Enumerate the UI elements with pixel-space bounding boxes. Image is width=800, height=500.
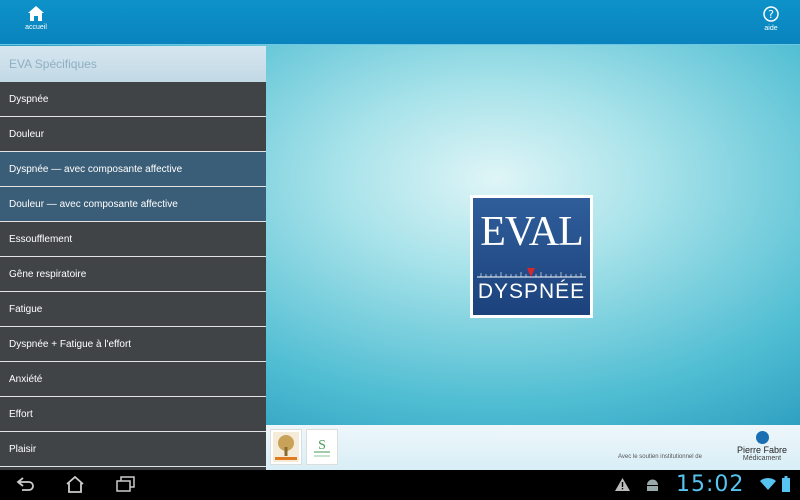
list-item-essoufflement[interactable]: Essoufflement bbox=[0, 222, 266, 257]
partner-strip: S Avec le soutien institutionnel de Pier… bbox=[266, 425, 800, 470]
home-outline-icon bbox=[66, 475, 84, 493]
logo-panel: EVAL DYSPNÉE bbox=[473, 198, 590, 315]
home-label: accueil bbox=[25, 24, 47, 31]
list-item-label: Plaisir bbox=[9, 443, 37, 455]
home-button[interactable]: accueil bbox=[11, 6, 61, 40]
logo-title: EVAL bbox=[480, 209, 584, 255]
help-button[interactable]: ? aide bbox=[746, 6, 796, 40]
pierre-fabre-logo: Pierre Fabre Médicament bbox=[724, 431, 800, 462]
home-icon bbox=[28, 6, 44, 21]
back-icon bbox=[16, 477, 34, 491]
wifi-icon bbox=[760, 477, 776, 490]
logo-subtitle: DYSPNÉE bbox=[477, 280, 586, 303]
list-item-dyspnee[interactable]: Dyspnée bbox=[0, 82, 266, 117]
list-item-dyspnee-affective[interactable]: Dyspnée — avec composante affective bbox=[0, 152, 266, 187]
list-item-label: Dyspnée + Fatigue à l'effort bbox=[9, 338, 132, 350]
svg-text:?: ? bbox=[768, 8, 774, 21]
recent-apps-icon bbox=[116, 476, 135, 492]
pierre-fabre-sub: Médicament bbox=[742, 455, 782, 462]
list-item-gene-respiratoire[interactable]: Gêne respiratoire bbox=[0, 257, 266, 292]
sfap-logo: S bbox=[306, 429, 338, 465]
list-item-label: Dyspnée — avec composante affective bbox=[9, 163, 183, 175]
ruler-icon bbox=[477, 268, 586, 278]
pierre-fabre-name: Pierre Fabre bbox=[736, 445, 788, 455]
sidebar-list: EVA Spécifiques Dyspnée Douleur Dyspnée … bbox=[0, 46, 266, 470]
list-item-label: Douleur bbox=[9, 128, 45, 140]
elsevier-masson-logo bbox=[270, 429, 302, 465]
list-item-label: Dyspnée bbox=[9, 93, 49, 105]
action-bar: accueil ? aide bbox=[0, 0, 800, 45]
help-icon: ? bbox=[763, 6, 779, 22]
battery-icon bbox=[782, 476, 790, 492]
list-item-fatigue[interactable]: Fatigue bbox=[0, 292, 266, 327]
sidebar-header: EVA Spécifiques bbox=[0, 46, 266, 82]
tree-icon bbox=[273, 432, 299, 462]
list-item-douleur[interactable]: Douleur bbox=[0, 117, 266, 152]
sidebar-header-label: EVA Spécifiques bbox=[9, 57, 97, 71]
recent-apps-button[interactable] bbox=[116, 476, 136, 497]
warning-icon bbox=[615, 478, 630, 491]
eval-dyspnee-logo: EVAL DYSPNÉE bbox=[470, 195, 593, 318]
home-nav-button[interactable] bbox=[65, 475, 85, 498]
list-item-dyspnee-fatigue-effort[interactable]: Dyspnée + Fatigue à l'effort bbox=[0, 327, 266, 362]
list-item-anxiete[interactable]: Anxiété bbox=[0, 362, 266, 397]
pierre-fabre-icon bbox=[755, 431, 769, 444]
list-item-label: Effort bbox=[9, 408, 33, 420]
system-nav-bar: 15:02 bbox=[0, 470, 800, 500]
support-text: Avec le soutien institutionnel de bbox=[618, 454, 702, 460]
list-item-label: Anxiété bbox=[9, 373, 43, 385]
app-window: accueil ? aide EVA Spécifiques Dyspnée D… bbox=[0, 0, 800, 470]
back-button[interactable] bbox=[16, 476, 36, 497]
list-item-label: Essoufflement bbox=[9, 233, 73, 245]
sfap-icon: S bbox=[314, 438, 330, 457]
android-icon bbox=[647, 479, 658, 491]
svg-text:S: S bbox=[318, 438, 326, 453]
clock: 15:02 bbox=[676, 472, 745, 497]
list-item-label: Douleur — avec composante affective bbox=[9, 198, 178, 210]
list-item-label: Gêne respiratoire bbox=[9, 268, 87, 280]
list-item-effort[interactable]: Effort bbox=[0, 397, 266, 432]
list-item-plaisir[interactable]: Plaisir bbox=[0, 432, 266, 467]
list-item-label: Fatigue bbox=[9, 303, 43, 315]
list-item-douleur-affective[interactable]: Douleur — avec composante affective bbox=[0, 187, 266, 222]
help-label: aide bbox=[764, 25, 778, 32]
